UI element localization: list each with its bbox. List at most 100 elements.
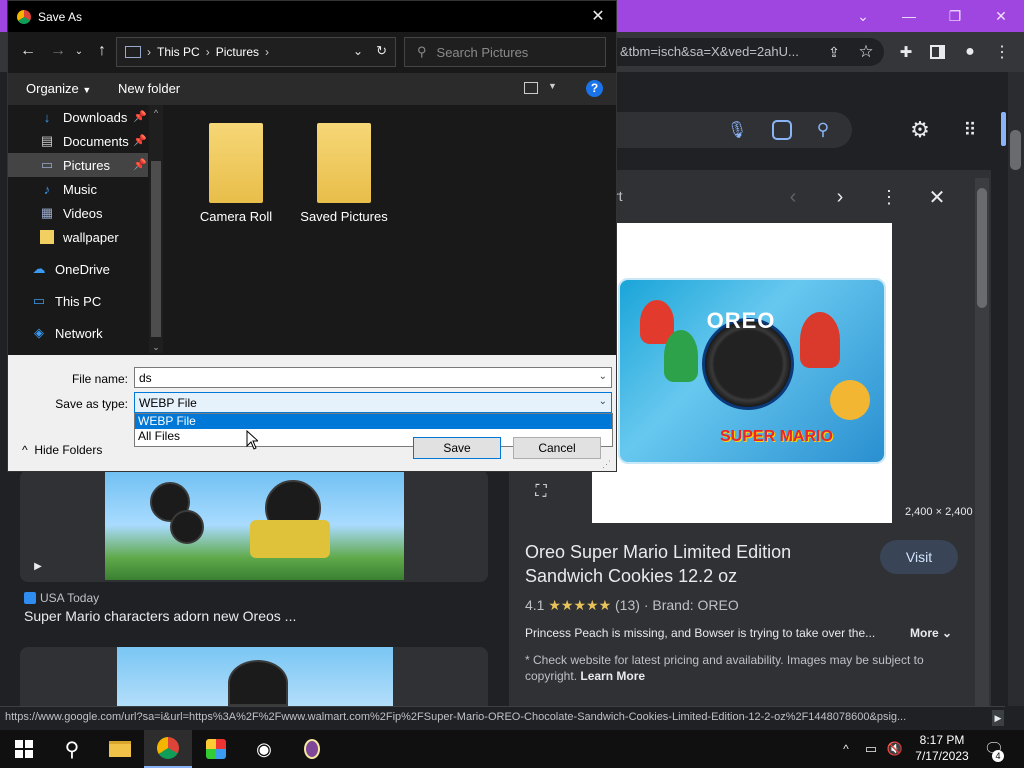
dialog-title: Save As	[38, 9, 83, 24]
rating-stars: ★★★★★	[548, 597, 612, 613]
filename-dropdown-icon[interactable]: ⌄	[599, 371, 607, 382]
owl-app-icon[interactable]: ◉	[240, 730, 288, 768]
app-grid-icon[interactable]	[192, 730, 240, 768]
save-button[interactable]: Save	[413, 437, 501, 459]
luigi-figure	[664, 330, 698, 382]
scroll-down-icon[interactable]: ⌄	[149, 341, 163, 353]
save-as-dialog: Save As ✕ ← → ⌄ ↑ › This PC › Pictures ›…	[7, 0, 617, 472]
link-status-bar: https://www.google.com/url?sa=i&url=http…	[0, 706, 1005, 730]
time: 8:17 PM	[919, 733, 965, 747]
share-icon[interactable]: ⇪	[822, 40, 846, 64]
play-icon[interactable]: ▶	[30, 558, 46, 574]
minimize-icon[interactable]: —	[886, 0, 932, 32]
mouse-cursor	[246, 430, 258, 450]
folder-camera-roll[interactable]: Camera Roll	[186, 123, 286, 224]
search-magnifier-icon: ⚲	[417, 44, 427, 59]
taskbar-search-icon[interactable]: ⚲	[48, 730, 96, 768]
notification-icon[interactable]: 🗨	[982, 730, 1006, 768]
taskbar-clock[interactable]: 8:17 PM 7/17/2023	[914, 733, 970, 763]
resize-grip-icon[interactable]: ⋰	[602, 459, 611, 470]
file-list-pane: Camera Roll Saved Pictures	[166, 105, 616, 355]
up-arrow-icon[interactable]: ↑	[92, 41, 112, 61]
result-source[interactable]: USA Today	[40, 591, 99, 605]
prev-arrow-icon[interactable]: ‹	[782, 184, 804, 210]
account-edge	[1001, 112, 1006, 146]
learn-more-link[interactable]: Learn More	[580, 669, 645, 683]
pin-icon[interactable]: 📌	[133, 110, 147, 123]
pack-subtitle-text: SUPER MARIO	[720, 428, 833, 445]
voice-search-icon[interactable]: 🎙	[726, 118, 748, 142]
bookmark-star-icon[interactable]: ☆	[854, 40, 878, 64]
chrome-taskbar-icon[interactable]	[144, 730, 192, 768]
breadcrumb-pictures[interactable]: Pictures	[216, 45, 259, 59]
profile-icon[interactable]: ●	[958, 40, 982, 64]
lens-search-image-icon[interactable]: ⛶	[529, 480, 553, 504]
save-type-label: Save as type:	[55, 397, 128, 411]
file-name-field[interactable]: ds ⌄	[134, 367, 612, 388]
back-arrow-icon[interactable]: ←	[18, 41, 38, 61]
pack-logo-text: OREO	[706, 308, 776, 333]
search-icon[interactable]: ⚲	[812, 118, 834, 142]
close-panel-icon[interactable]: ✕	[924, 184, 950, 210]
apps-grid-icon[interactable]: ⠿	[956, 116, 984, 144]
dialog-close-icon[interactable]: ✕	[586, 5, 610, 27]
show-hidden-icons[interactable]: ^	[838, 730, 854, 768]
rating-separator: ·	[643, 597, 649, 613]
settings-gear-icon[interactable]: ⚙	[906, 116, 934, 144]
recent-locations-icon[interactable]: ⌄	[72, 41, 86, 61]
view-options-icon[interactable]	[524, 82, 538, 94]
search-placeholder: Search Pictures	[436, 44, 529, 60]
new-folder-button[interactable]: New folder	[118, 81, 180, 96]
chrome-logo-icon	[17, 9, 31, 24]
close-icon[interactable]: ✕	[978, 0, 1024, 32]
organize-dropdown-icon: ▼	[82, 85, 92, 95]
extensions-icon[interactable]: ✚	[893, 40, 919, 64]
page-scrollbar-thumb[interactable]	[1010, 130, 1021, 170]
disclaimer: * Check website for latest pricing and a…	[525, 653, 924, 683]
search-box[interactable]: ⚲ Search Pictures	[404, 37, 606, 67]
restore-icon[interactable]: ❐	[932, 0, 978, 32]
lens-icon[interactable]	[772, 120, 792, 140]
address-dropdown-icon[interactable]: ⌄	[353, 44, 363, 58]
file-explorer-icon[interactable]	[96, 730, 144, 768]
save-type-select[interactable]: WEBP File ⌄	[134, 392, 612, 413]
forward-arrow-icon[interactable]: →	[48, 41, 68, 61]
breadcrumb-this-pc[interactable]: This PC	[157, 45, 200, 59]
visit-button[interactable]: Visit	[880, 540, 958, 574]
result-caption[interactable]: Super Mario characters adorn new Oreos .…	[24, 608, 296, 624]
organize-button[interactable]: Organize ▼	[26, 81, 91, 96]
nav-scrollbar-thumb[interactable]	[151, 161, 161, 337]
breadcrumb-separator: ›	[205, 45, 210, 59]
type-option-webp[interactable]: WEBP File	[135, 414, 612, 429]
network-tray-icon[interactable]: ▭	[860, 730, 882, 768]
help-icon[interactable]: ?	[586, 80, 603, 97]
product-description: Princess Peach is missing, and Bowser is…	[525, 626, 876, 640]
start-windows-icon[interactable]	[0, 730, 48, 768]
next-arrow-icon[interactable]: ›	[829, 184, 851, 210]
file-name-label: File name:	[71, 372, 128, 386]
hide-folders-toggle[interactable]: ^ Hide Folders	[22, 443, 102, 457]
refresh-icon[interactable]: ↻	[376, 43, 387, 59]
address-bar[interactable]: › This PC › Pictures › ⌄ ↻	[116, 37, 396, 67]
panel-scrollbar-thumb[interactable]	[977, 188, 987, 308]
notification-count: 4	[992, 750, 1004, 762]
pin-icon[interactable]: 📌	[133, 158, 147, 171]
save-type-dropdown-icon[interactable]: ⌄	[599, 396, 607, 407]
chrome-menu-icon[interactable]: ⋮	[990, 40, 1014, 64]
scroll-right-icon[interactable]: ▶	[992, 710, 1004, 726]
folder-saved-pictures[interactable]: Saved Pictures	[294, 123, 394, 224]
document-icon: ▤	[40, 133, 54, 148]
view-dropdown-icon[interactable]: ▼	[548, 81, 557, 91]
scroll-up-icon[interactable]: ^	[149, 107, 163, 119]
more-options-icon[interactable]: ⋮	[878, 184, 900, 210]
volume-muted-icon[interactable]: 🔇	[884, 730, 906, 768]
tor-browser-icon[interactable]	[288, 730, 336, 768]
nav-item-pictures[interactable]: ▭ Pictures	[8, 153, 148, 177]
pin-icon[interactable]: 📌	[133, 134, 147, 147]
cancel-button[interactable]: Cancel	[513, 437, 601, 459]
more-link[interactable]: More ⌄	[910, 626, 952, 640]
folder-label: Saved Pictures	[300, 209, 388, 224]
tab-search-icon[interactable]: ⌄	[840, 0, 886, 32]
product-title[interactable]: Oreo Super Mario Limited Edition Sandwic…	[525, 540, 845, 588]
side-panel-icon[interactable]	[930, 45, 945, 59]
